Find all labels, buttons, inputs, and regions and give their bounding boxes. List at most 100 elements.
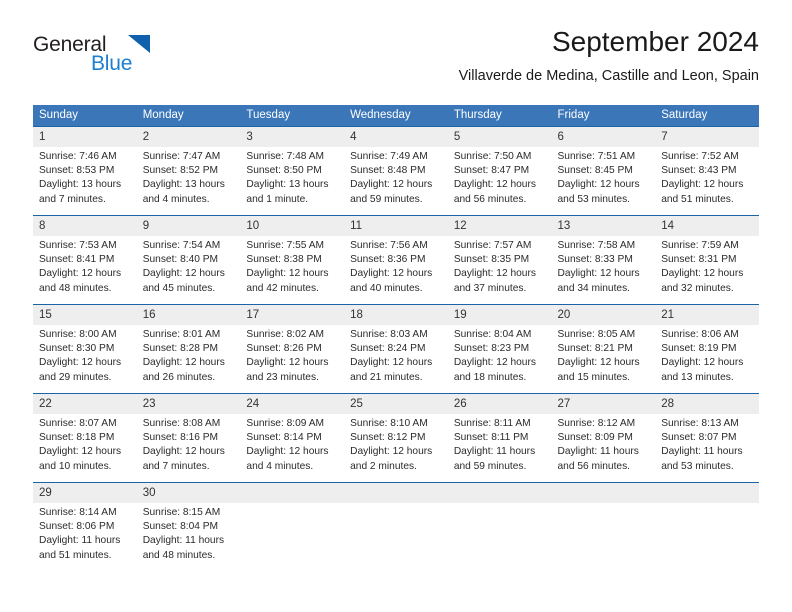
calendar-week-row: 1 Sunrise: 7:46 AM Sunset: 8:53 PM Daylight… [33, 126, 759, 216]
day-cell[interactable]: 8 Sunrise: 7:53 AM Sunset: 8:41 PM Daylight… [33, 215, 137, 305]
day-cell[interactable]: 9 Sunrise: 7:54 AM Sunset: 8:40 PM Daylight… [136, 215, 241, 305]
day-cell[interactable]: 13 Sunrise: 7:58 AM Sunset: 8:33 PM Dayligh… [551, 215, 656, 305]
day-cell[interactable]: 25 Sunrise: 8:10 AM Sunset: 8:12 PM Dayligh… [344, 393, 448, 483]
day-cell[interactable]: 5 Sunrise: 7:50 AM Sunset: 8:47 PM Daylight… [447, 126, 552, 216]
day-number: 11 [344, 216, 448, 236]
day-sunrise-text: Sunrise: 8:05 AM [557, 329, 636, 340]
day-daylight2-text: and 26 minutes. [142, 371, 216, 383]
day-sunrise-text: Sunrise: 8:04 AM [453, 329, 532, 340]
day-cell[interactable]: 10 Sunrise: 7:55 AM Sunset: 8:38 PM Dayligh… [240, 215, 345, 305]
calendar-grid: Sunday Monday Tuesday Wednesday Thursday… [33, 105, 759, 572]
page-subtitle: Villaverde de Medina, Castille and Leon,… [458, 68, 759, 84]
day-sunrise-text: Sunrise: 8:01 AM [142, 329, 221, 340]
day-sunrise-text: Sunrise: 8:00 AM [39, 329, 117, 340]
day-daylight1-text: Daylight: 12 hours [142, 268, 225, 280]
triangle-icon [128, 35, 150, 53]
day-daylight1-text: Daylight: 12 hours [557, 179, 640, 191]
title-block: September 2024 Villaverde de Medina, Cas… [239, 25, 759, 87]
calendar-week-row: 29 Sunrise: 8:14 AM Sunset: 8:06 PM Dayligh… [33, 482, 759, 572]
day-cell[interactable]: 21 Sunrise: 8:06 AM Sunset: 8:19 PM Dayligh… [655, 304, 759, 394]
day-number: 20 [551, 305, 656, 325]
day-number [551, 483, 656, 503]
weekday-header-row: Sunday Monday Tuesday Wednesday Thursday… [33, 105, 759, 127]
day-cell[interactable]: 16 Sunrise: 8:01 AM Sunset: 8:28 PM Dayligh… [136, 304, 241, 394]
day-sunset-text: Sunset: 8:45 PM [557, 165, 633, 177]
day-sunset-text: Sunset: 8:16 PM [142, 432, 219, 444]
day-sunset-text: Sunset: 8:21 PM [557, 343, 633, 355]
day-daylight1-text: Daylight: 12 hours [350, 179, 433, 191]
day-number: 27 [551, 394, 656, 414]
day-cell[interactable]: 22 Sunrise: 8:07 AM Sunset: 8:18 PM Dayligh… [33, 393, 137, 483]
day-sunset-text: Sunset: 8:40 PM [142, 254, 219, 266]
day-details: Sunrise: 7:56 AM Sunset: 8:36 PM Daylight:… [344, 236, 448, 296]
day-details: Sunrise: 8:05 AM Sunset: 8:21 PM Daylight:… [552, 325, 656, 385]
day-daylight2-text: and 56 minutes. [453, 193, 527, 205]
day-cell[interactable]: 14 Sunrise: 7:59 AM Sunset: 8:31 PM Dayligh… [655, 215, 759, 305]
day-number: 3 [240, 127, 345, 147]
day-daylight1-text: Daylight: 12 hours [246, 446, 329, 458]
day-daylight1-text: Daylight: 12 hours [661, 268, 744, 280]
day-daylight1-text: Daylight: 11 hours [557, 446, 639, 458]
day-sunset-text: Sunset: 8:53 PM [39, 165, 115, 177]
day-details: Sunrise: 8:01 AM Sunset: 8:28 PM Daylight:… [137, 325, 241, 385]
day-cell[interactable]: 15 Sunrise: 8:00 AM Sunset: 8:30 PM Dayligh… [33, 304, 137, 394]
day-daylight2-text: and 21 minutes. [350, 371, 423, 383]
day-details: Sunrise: 7:57 AM Sunset: 8:35 PM Daylight:… [448, 236, 552, 296]
day-daylight2-text: and 53 minutes. [557, 193, 631, 205]
day-cell[interactable]: 17 Sunrise: 8:02 AM Sunset: 8:26 PM Dayligh… [240, 304, 345, 394]
day-sunset-text: Sunset: 8:04 PM [142, 521, 219, 533]
day-cell[interactable]: 20 Sunrise: 8:05 AM Sunset: 8:21 PM Dayligh… [551, 304, 656, 394]
day-number: 7 [655, 127, 759, 147]
day-daylight2-text: and 4 minutes. [246, 460, 314, 472]
day-cell[interactable]: 19 Sunrise: 8:04 AM Sunset: 8:23 PM Dayligh… [447, 304, 552, 394]
day-daylight1-text: Daylight: 12 hours [661, 179, 744, 191]
logo-text-blue: Blue [91, 52, 133, 75]
day-details [655, 503, 759, 506]
day-daylight2-text: and 40 minutes. [350, 282, 423, 294]
day-cell[interactable]: 29 Sunrise: 8:14 AM Sunset: 8:06 PM Dayligh… [33, 482, 137, 572]
day-sunrise-text: Sunrise: 7:53 AM [39, 240, 117, 251]
day-details [448, 503, 552, 506]
day-sunset-text: Sunset: 8:50 PM [246, 165, 322, 177]
day-details: Sunrise: 8:09 AM Sunset: 8:14 PM Daylight:… [240, 414, 344, 474]
day-sunrise-text: Sunrise: 7:58 AM [557, 240, 636, 251]
day-number: 13 [551, 216, 656, 236]
day-cell[interactable]: 7 Sunrise: 7:52 AM Sunset: 8:43 PM Daylight… [655, 126, 759, 216]
day-sunset-text: Sunset: 8:11 PM [453, 432, 529, 444]
day-sunset-text: Sunset: 8:28 PM [142, 343, 219, 355]
day-cell[interactable]: 23 Sunrise: 8:08 AM Sunset: 8:16 PM Dayligh… [136, 393, 241, 483]
day-sunrise-text: Sunrise: 8:06 AM [661, 329, 739, 340]
day-cell[interactable]: 18 Sunrise: 8:03 AM Sunset: 8:24 PM Dayligh… [344, 304, 448, 394]
page-header: General Blue September 2024 Villaverde d… [33, 25, 759, 97]
day-details: Sunrise: 7:58 AM Sunset: 8:33 PM Daylight:… [552, 236, 656, 296]
day-cell[interactable]: 2 Sunrise: 7:47 AM Sunset: 8:52 PM Daylight… [136, 126, 241, 216]
day-daylight1-text: Daylight: 12 hours [246, 268, 329, 280]
day-cell-empty [655, 482, 759, 572]
day-cell[interactable]: 24 Sunrise: 8:09 AM Sunset: 8:14 PM Dayligh… [240, 393, 345, 483]
day-cell[interactable]: 11 Sunrise: 7:56 AM Sunset: 8:36 PM Dayligh… [344, 215, 448, 305]
day-number: 23 [136, 394, 241, 414]
calendar-body: 1 Sunrise: 7:46 AM Sunset: 8:53 PM Daylight… [33, 126, 759, 572]
weekday-header-wednesday: Wednesday [344, 105, 448, 127]
day-details: Sunrise: 7:48 AM Sunset: 8:50 PM Daylight:… [240, 147, 344, 207]
calendar-week-row: 22 Sunrise: 8:07 AM Sunset: 8:18 PM Dayligh… [33, 393, 759, 483]
day-details: Sunrise: 7:52 AM Sunset: 8:43 PM Daylight:… [655, 147, 759, 207]
day-cell[interactable]: 30 Sunrise: 8:15 AM Sunset: 8:04 PM Dayligh… [136, 482, 241, 572]
day-cell[interactable]: 12 Sunrise: 7:57 AM Sunset: 8:35 PM Dayligh… [447, 215, 552, 305]
day-daylight2-text: and 59 minutes. [350, 193, 423, 205]
day-cell[interactable]: 1 Sunrise: 7:46 AM Sunset: 8:53 PM Daylight… [33, 126, 137, 216]
day-number: 2 [136, 127, 241, 147]
day-daylight1-text: Daylight: 12 hours [39, 268, 122, 280]
day-cell[interactable]: 6 Sunrise: 7:51 AM Sunset: 8:45 PM Daylight… [551, 126, 656, 216]
day-number: 1 [33, 127, 137, 147]
day-number: 24 [240, 394, 345, 414]
day-cell[interactable]: 27 Sunrise: 8:12 AM Sunset: 8:09 PM Dayligh… [551, 393, 656, 483]
day-cell[interactable]: 28 Sunrise: 8:13 AM Sunset: 8:07 PM Dayligh… [655, 393, 759, 483]
day-details [552, 503, 656, 506]
day-cell[interactable]: 4 Sunrise: 7:49 AM Sunset: 8:48 PM Daylight… [344, 126, 448, 216]
day-details: Sunrise: 7:59 AM Sunset: 8:31 PM Daylight:… [655, 236, 759, 296]
day-sunset-text: Sunset: 8:07 PM [661, 432, 737, 444]
day-sunset-text: Sunset: 8:30 PM [39, 343, 115, 355]
day-cell[interactable]: 3 Sunrise: 7:48 AM Sunset: 8:50 PM Daylight… [240, 126, 345, 216]
day-cell[interactable]: 26 Sunrise: 8:11 AM Sunset: 8:11 PM Dayligh… [447, 393, 552, 483]
